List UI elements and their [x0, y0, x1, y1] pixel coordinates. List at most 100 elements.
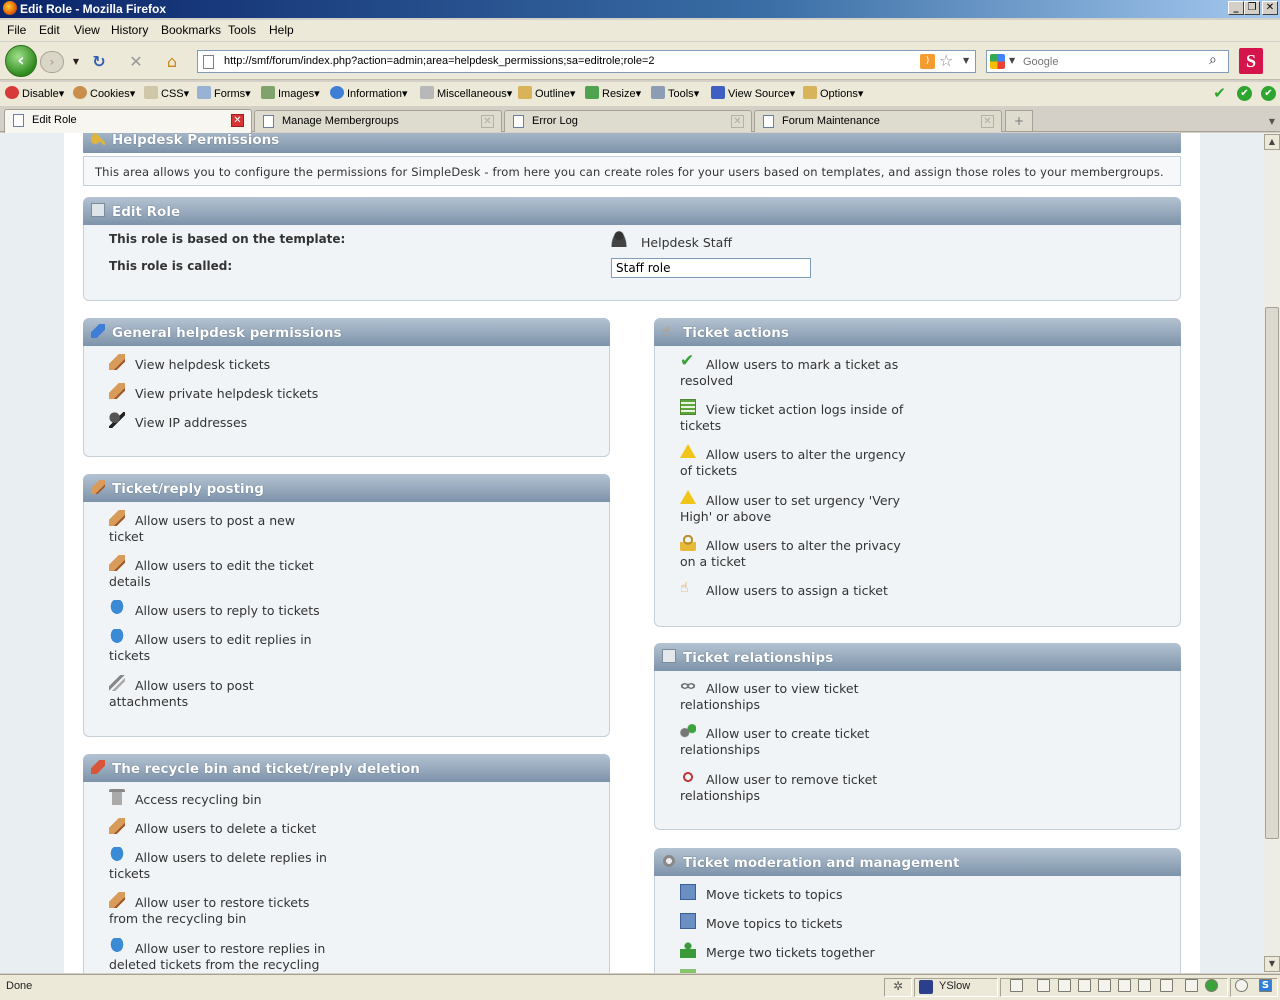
permission-assign-ticket[interactable]: Allow users to assign a ticket — [680, 583, 920, 599]
print-icon[interactable] — [1098, 979, 1111, 992]
scroll-up-arrow[interactable]: ▲ — [1264, 134, 1280, 150]
url-text[interactable]: http://smf/forum/index.php?action=admin;… — [224, 55, 654, 67]
permission-delete-ticket[interactable]: Allow users to delete a ticket — [109, 821, 359, 837]
permission-view-private-tickets[interactable]: View private helpdesk tickets — [135, 386, 318, 402]
permission-restore-tickets[interactable]: Allow user to restore tickets from the re… — [109, 895, 359, 927]
notes-icon[interactable] — [1138, 979, 1151, 992]
tab-close-icon[interactable]: ✕ — [481, 115, 494, 128]
dev-images-menu[interactable]: Images▾ — [261, 86, 320, 100]
new-tab-button[interactable]: + — [1005, 110, 1033, 132]
tab-manage-membergroups[interactable]: Manage Membergroups ✕ — [254, 110, 502, 132]
stop-icon[interactable]: ✕ — [126, 52, 146, 72]
permission-reply[interactable]: Allow users to reply to tickets — [109, 603, 349, 619]
refresh-icon[interactable] — [1118, 979, 1131, 992]
history-dropdown-icon[interactable]: ▼ — [66, 52, 86, 72]
menu-tools[interactable]: Tools — [228, 23, 256, 37]
tab-close-icon[interactable]: ✕ — [231, 114, 244, 127]
vertical-scrollbar[interactable]: ▲ ▼ — [1264, 133, 1280, 973]
permission-access-recycle[interactable]: Access recycling bin — [109, 792, 359, 808]
dev-tools-menu[interactable]: Tools▾ — [651, 86, 699, 100]
search-icon[interactable]: ⌕ — [1209, 52, 1217, 68]
permission-restore-replies[interactable]: Allow user to restore replies in deleted … — [109, 941, 359, 973]
pencil-icon[interactable] — [1160, 979, 1173, 992]
role-name-input[interactable] — [611, 258, 811, 278]
simpledesk-s-icon[interactable]: S — [1239, 48, 1263, 74]
html-valid-check-icon[interactable]: ✔ — [1237, 86, 1252, 101]
green-status-icon[interactable] — [1205, 979, 1218, 992]
menu-view[interactable]: View — [74, 23, 100, 37]
permission-urgency-very-high[interactable]: Allow user to set urgency 'Very High' or … — [680, 493, 920, 525]
tab-close-icon[interactable]: ✕ — [981, 115, 994, 128]
menu-bookmarks[interactable]: Bookmarks — [161, 23, 221, 37]
save-icon[interactable] — [1078, 979, 1091, 992]
merge-icon — [680, 942, 696, 958]
dev-outline-menu[interactable]: Outline▾ — [518, 86, 575, 100]
rss-feed-icon[interactable]: ) — [920, 54, 935, 69]
permission-action-logs[interactable]: View ticket action logs inside of tickets — [680, 402, 920, 434]
maximize-button[interactable]: ❐ — [1244, 1, 1260, 15]
permission-view-relationships[interactable]: Allow user to view ticket relationships — [680, 681, 920, 713]
permission-move-to-tickets[interactable]: Move topics to tickets — [706, 916, 842, 932]
scrollbar-thumb[interactable] — [1265, 307, 1279, 839]
permission-create-relationships[interactable]: Allow user to create ticket relationships — [680, 726, 920, 758]
tab-forum-maintenance[interactable]: Forum Maintenance ✕ — [754, 110, 1002, 132]
permission-alter-urgency[interactable]: Allow users to alter the urgency of ticke… — [680, 447, 920, 479]
gear-icon — [662, 854, 676, 868]
edit-icon[interactable] — [1037, 979, 1050, 992]
permission-edit-ticket[interactable]: Allow users to edit the ticket details — [109, 558, 349, 590]
dev-cookies-menu[interactable]: Cookies▾ — [73, 86, 135, 100]
tools-status-icon[interactable] — [1185, 979, 1198, 992]
reload-icon[interactable]: ↻ — [89, 52, 109, 72]
menu-file[interactable]: File — [7, 23, 26, 37]
tab-close-icon[interactable]: ✕ — [731, 115, 744, 128]
tab-list-icon[interactable]: ▼ — [1262, 112, 1280, 132]
menu-edit[interactable]: Edit — [39, 23, 60, 37]
permission-view-tickets[interactable]: View helpdesk tickets — [135, 357, 270, 373]
permission-post-attachments[interactable]: Allow users to post attachments — [109, 678, 349, 710]
minimize-button[interactable]: _ — [1228, 1, 1244, 15]
dev-options-menu[interactable]: Options▾ — [803, 86, 863, 100]
bookmark-star-icon[interactable]: ☆ — [939, 51, 953, 70]
permission-move-to-topics[interactable]: Move tickets to topics — [706, 887, 842, 903]
permission-view-ip[interactable]: View IP addresses — [135, 415, 247, 431]
dev-forms-menu[interactable]: Forms▾ — [197, 86, 251, 100]
permission-mark-resolved[interactable]: Allow users to mark a ticket as resolved — [680, 357, 920, 389]
permission-delete-replies[interactable]: Allow users to delete replies in tickets — [109, 850, 359, 882]
permission-edit-replies[interactable]: Allow users to edit replies in tickets — [109, 632, 349, 664]
permission-post-ticket[interactable]: Allow users to post a new ticket — [109, 513, 349, 545]
url-dropdown-icon[interactable]: ▼ — [963, 56, 969, 65]
close-window-button[interactable]: ✕ — [1262, 1, 1278, 15]
address-bar[interactable]: http://smf/forum/index.php?action=admin;… — [197, 50, 976, 73]
firebug-icon[interactable]: ✲ — [893, 979, 909, 995]
permission-alter-privacy[interactable]: Allow users to alter the privacy on a tic… — [680, 538, 920, 570]
engine-dropdown-icon[interactable]: ▼ — [1009, 56, 1015, 65]
forward-button[interactable]: › — [40, 51, 64, 73]
network-icon[interactable] — [1058, 979, 1071, 992]
js-valid-check-icon[interactable]: ✔ — [1261, 86, 1276, 101]
menu-history[interactable]: History — [111, 23, 148, 37]
addon-status-icon[interactable] — [1235, 979, 1248, 992]
permission-remove-relationships[interactable]: Allow user to remove ticket relationships — [680, 772, 920, 804]
home-icon[interactable]: ⌂ — [162, 52, 182, 72]
yslow-icon — [919, 980, 933, 994]
search-input[interactable] — [1023, 53, 1203, 70]
page-info-icon[interactable] — [1010, 979, 1023, 992]
dev-resize-menu[interactable]: Resize▾ — [585, 86, 641, 100]
dev-css-menu[interactable]: CSS▾ — [144, 86, 189, 100]
back-button[interactable]: ‹ — [5, 45, 37, 77]
relationships-icon — [662, 649, 676, 663]
tab-edit-role[interactable]: Edit Role ✕ — [4, 109, 252, 133]
tab-error-log[interactable]: Error Log ✕ — [504, 110, 752, 132]
dev-view-source-menu[interactable]: View Source▾ — [711, 86, 795, 100]
google-engine-icon[interactable] — [990, 54, 1005, 69]
window-title: Edit Role - Mozilla Firefox — [20, 2, 167, 16]
dev-information-menu[interactable]: Information▾ — [330, 86, 408, 100]
dev-disable-menu[interactable]: Disable▾ — [5, 86, 64, 100]
s-status-icon[interactable]: S — [1259, 979, 1272, 992]
yslow-label[interactable]: YSlow — [939, 980, 970, 992]
css-valid-check-icon[interactable]: ✔ — [1212, 86, 1227, 101]
dev-miscellaneous-menu[interactable]: Miscellaneous▾ — [420, 86, 512, 100]
scroll-down-arrow[interactable]: ▼ — [1264, 956, 1280, 972]
menu-help[interactable]: Help — [269, 23, 294, 37]
permission-merge-tickets[interactable]: Merge two tickets together — [706, 945, 875, 961]
